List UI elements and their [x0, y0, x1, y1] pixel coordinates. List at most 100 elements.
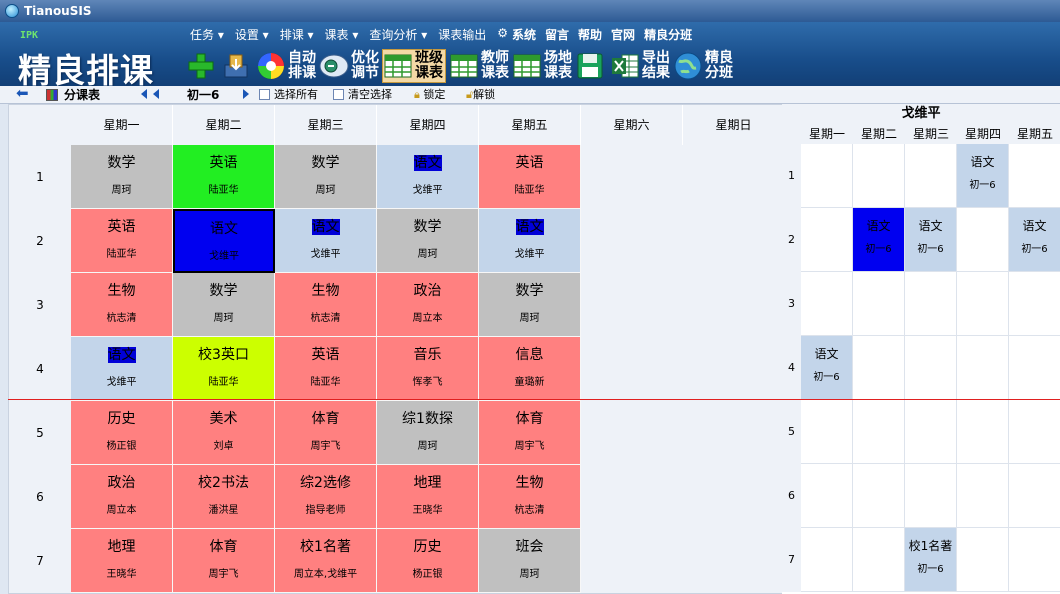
teacher-lesson-cell[interactable]: 语文 初一6 [853, 208, 905, 272]
lesson-cell[interactable]: 地理 王晓华 [377, 465, 479, 529]
tool-button-10[interactable]: 精良 分班 [673, 49, 733, 83]
unlock-button[interactable]: 🔓︎解锁 [466, 87, 495, 103]
menu-item-bold[interactable]: 官网 [611, 26, 635, 44]
teacher-empty-cell[interactable] [853, 272, 905, 336]
lesson-cell[interactable]: 校2书法 潘洪星 [173, 465, 275, 529]
teacher-empty-cell[interactable] [853, 144, 905, 208]
lesson-cell[interactable]: 校1名著 周立本,戈维平 [275, 529, 377, 593]
lesson-cell[interactable]: 数学 周珂 [173, 273, 275, 337]
tool-button-7[interactable]: 场地 课表 [512, 49, 572, 83]
menu-item-bold[interactable]: 精良分班 [644, 26, 692, 44]
prev-page-icon[interactable] [153, 89, 159, 99]
lesson-cell[interactable]: 数学 周珂 [479, 273, 581, 337]
class-selector[interactable]: 初一6 [187, 87, 219, 103]
select-all-checkbox[interactable]: 选择所有 [259, 87, 318, 103]
teacher-empty-cell[interactable] [801, 272, 853, 336]
teacher-empty-cell[interactable] [801, 528, 853, 592]
lesson-cell[interactable]: 英语 陆亚华 [275, 337, 377, 401]
menu-item-bold[interactable]: 帮助 [578, 26, 602, 44]
teacher-empty-cell[interactable] [1009, 272, 1060, 336]
menu-item[interactable]: 设置 ▾ [235, 26, 269, 44]
lesson-cell[interactable]: 体育 周宇飞 [479, 401, 581, 465]
teacher-empty-cell[interactable] [801, 464, 853, 528]
teacher-empty-cell[interactable] [1009, 400, 1060, 464]
lesson-cell[interactable]: 体育 周宇飞 [275, 401, 377, 465]
tool-button-5[interactable]: 班级 课表 [382, 49, 446, 83]
lesson-cell[interactable]: 英语 陆亚华 [479, 145, 581, 209]
menu-item-bold[interactable]: 留言 [545, 26, 569, 44]
teacher-lesson-cell[interactable]: 语文 初一6 [905, 208, 957, 272]
teacher-empty-cell[interactable] [801, 208, 853, 272]
teacher-empty-cell[interactable] [957, 464, 1009, 528]
lock-button[interactable]: 🔒︎ 锁定 [414, 87, 445, 103]
teacher-empty-cell[interactable] [957, 528, 1009, 592]
teacher-empty-cell[interactable] [905, 272, 957, 336]
menu-item[interactable]: 课表输出 [438, 26, 486, 44]
teacher-empty-cell[interactable] [1009, 528, 1060, 592]
view-selector[interactable]: 分课表 [64, 87, 100, 103]
teacher-empty-cell[interactable] [853, 336, 905, 400]
lesson-cell[interactable]: 班会 周珂 [479, 529, 581, 593]
lesson-cell[interactable]: 综2选修 指导老师 [275, 465, 377, 529]
lesson-cell[interactable]: 校3英口 陆亚华 [173, 337, 275, 401]
lesson-cell[interactable]: 语文 戈维平 [377, 145, 479, 209]
lesson-cell[interactable]: 政治 周立本 [377, 273, 479, 337]
lesson-cell[interactable]: 综1数探 周珂 [377, 401, 479, 465]
teacher-empty-cell[interactable] [957, 400, 1009, 464]
lesson-cell[interactable]: 语文 戈维平 [275, 209, 377, 273]
teacher-lesson-cell[interactable]: 语文 初一6 [801, 336, 853, 400]
tool-button-6[interactable]: 教师 课表 [449, 49, 509, 83]
menu-item[interactable]: 排课 ▾ [280, 26, 314, 44]
teacher-empty-cell[interactable] [1009, 464, 1060, 528]
lesson-cell[interactable]: 体育 周宇飞 [173, 529, 275, 593]
teacher-empty-cell[interactable] [1009, 144, 1060, 208]
lesson-cell[interactable]: 数学 周珂 [71, 145, 173, 209]
menu-item[interactable]: 查询分析 ▾ [369, 26, 427, 44]
tool-button-3[interactable]: 自动 排课 [256, 49, 316, 83]
teacher-empty-cell[interactable] [905, 144, 957, 208]
teacher-empty-cell[interactable] [957, 336, 1009, 400]
next-icon[interactable] [243, 89, 249, 99]
teacher-empty-cell[interactable] [905, 336, 957, 400]
lesson-cell[interactable]: 地理 王晓华 [71, 529, 173, 593]
menu-item[interactable]: 课表 ▾ [325, 26, 359, 44]
teacher-empty-cell[interactable] [1009, 336, 1060, 400]
clear-select-checkbox[interactable]: 清空选择 [333, 87, 392, 103]
lesson-cell[interactable]: 数学 周珂 [377, 209, 479, 273]
lesson-cell[interactable]: 音乐 恽孝飞 [377, 337, 479, 401]
lesson-cell[interactable]: 政治 周立本 [71, 465, 173, 529]
teacher-lesson-cell[interactable]: 校1名著 初一6 [905, 528, 957, 592]
prev-icon[interactable] [141, 89, 147, 99]
menu-item-bold[interactable]: 系统 [512, 26, 536, 44]
teacher-empty-cell[interactable] [853, 528, 905, 592]
back-arrow-icon[interactable]: ⬅ [16, 85, 29, 101]
teacher-empty-cell[interactable] [905, 464, 957, 528]
lesson-cell[interactable]: 生物 杭志清 [275, 273, 377, 337]
teacher-empty-cell[interactable] [905, 400, 957, 464]
teacher-lesson-cell[interactable]: 语文 初一6 [1009, 208, 1060, 272]
teacher-empty-cell[interactable] [957, 208, 1009, 272]
tool-button-8[interactable] [575, 49, 607, 83]
lesson-cell[interactable]: 历史 杨正银 [377, 529, 479, 593]
teacher-lesson-cell[interactable]: 语文 初一6 [957, 144, 1009, 208]
tool-button-1[interactable] [186, 49, 218, 83]
lesson-cell[interactable]: 语文 戈维平 [71, 337, 173, 401]
lesson-cell[interactable]: 生物 杭志清 [479, 465, 581, 529]
tool-button-4[interactable]: 优化 调节 [319, 49, 379, 83]
lesson-cell[interactable]: 美术 刘卓 [173, 401, 275, 465]
lesson-cell[interactable]: 数学 周珂 [275, 145, 377, 209]
lesson-cell[interactable]: 英语 陆亚华 [71, 209, 173, 273]
lesson-cell[interactable]: 语文 戈维平 [173, 209, 275, 273]
tool-button-9[interactable]: 导出 结果 [610, 49, 670, 83]
teacher-empty-cell[interactable] [957, 272, 1009, 336]
teacher-empty-cell[interactable] [853, 400, 905, 464]
lesson-cell[interactable]: 英语 陆亚华 [173, 145, 275, 209]
teacher-empty-cell[interactable] [853, 464, 905, 528]
lesson-cell[interactable]: 历史 杨正银 [71, 401, 173, 465]
lesson-cell[interactable]: 生物 杭志清 [71, 273, 173, 337]
lesson-cell[interactable]: 信息 童璐新 [479, 337, 581, 401]
tool-button-2[interactable] [221, 49, 253, 83]
teacher-empty-cell[interactable] [801, 400, 853, 464]
menu-item[interactable]: 任务 ▾ [190, 26, 224, 44]
lesson-cell[interactable]: 语文 戈维平 [479, 209, 581, 273]
